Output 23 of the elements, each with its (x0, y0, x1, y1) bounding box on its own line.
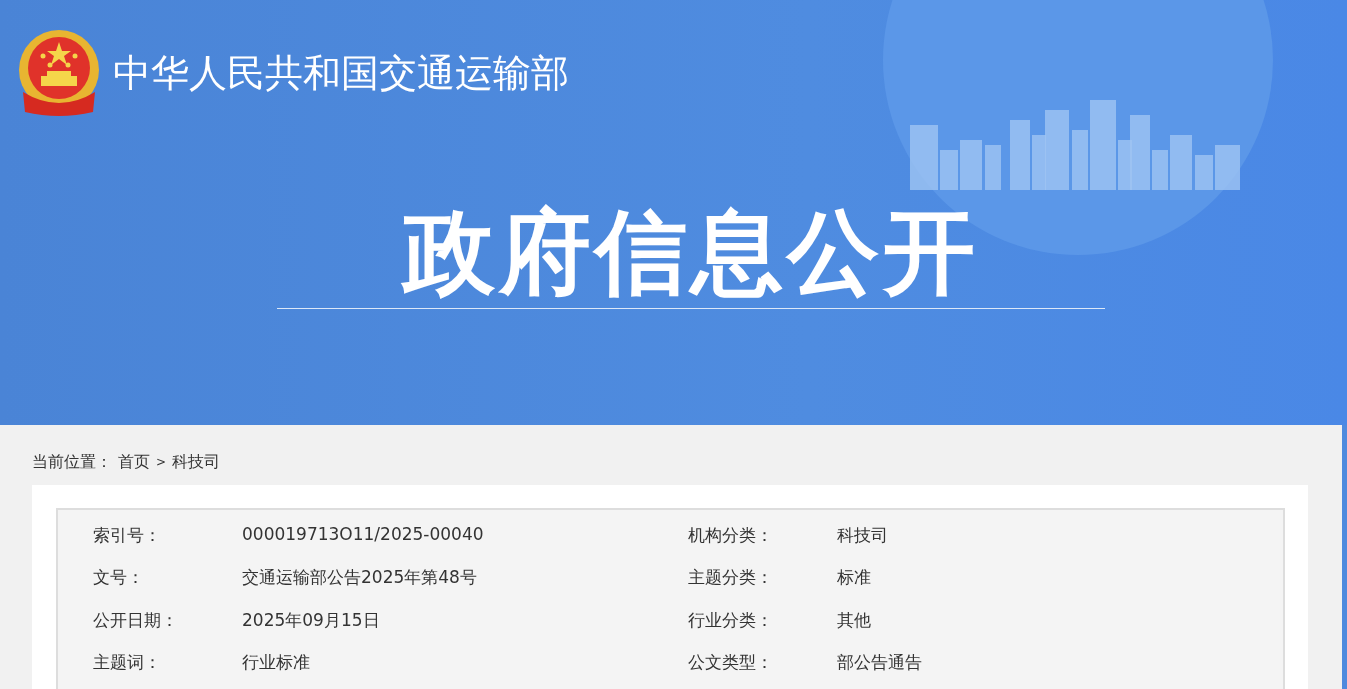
breadcrumb-link[interactable]: 首页 (118, 451, 150, 473)
breadcrumb-separator: > (156, 455, 167, 469)
field-label: 主题分类： (688, 566, 774, 590)
site-title: 中华人民共和国交通运输部 (113, 49, 569, 97)
field-value: 2025年09月15日 (242, 608, 380, 632)
field-value: 行业标准 (242, 651, 310, 675)
field-label: 公开日期： (93, 608, 179, 632)
field-value: 标准 (837, 566, 871, 590)
field-value: 科技司 (837, 523, 888, 547)
field-value: 交通运输部公告2025年第48号 (242, 566, 477, 590)
field-label: 行业分类： (688, 608, 774, 632)
field-value: 其他 (837, 608, 871, 632)
breadcrumb-link[interactable]: 科技司 (172, 451, 221, 473)
banner-title: 政府信息公开 (402, 198, 979, 308)
field-label: 公文类型： (688, 651, 774, 675)
emblem-icon (17, 30, 101, 116)
breadcrumb-label: 当前位置： (32, 451, 112, 473)
field-value: 部公告通告 (837, 651, 922, 675)
field-label: 主题词： (93, 651, 162, 675)
field-label: 文号： (93, 566, 145, 590)
field-value: 000019713O11/2025-00040 (242, 523, 484, 546)
field-label: 机构分类： (688, 523, 774, 547)
field-label: 索引号： (93, 523, 162, 547)
